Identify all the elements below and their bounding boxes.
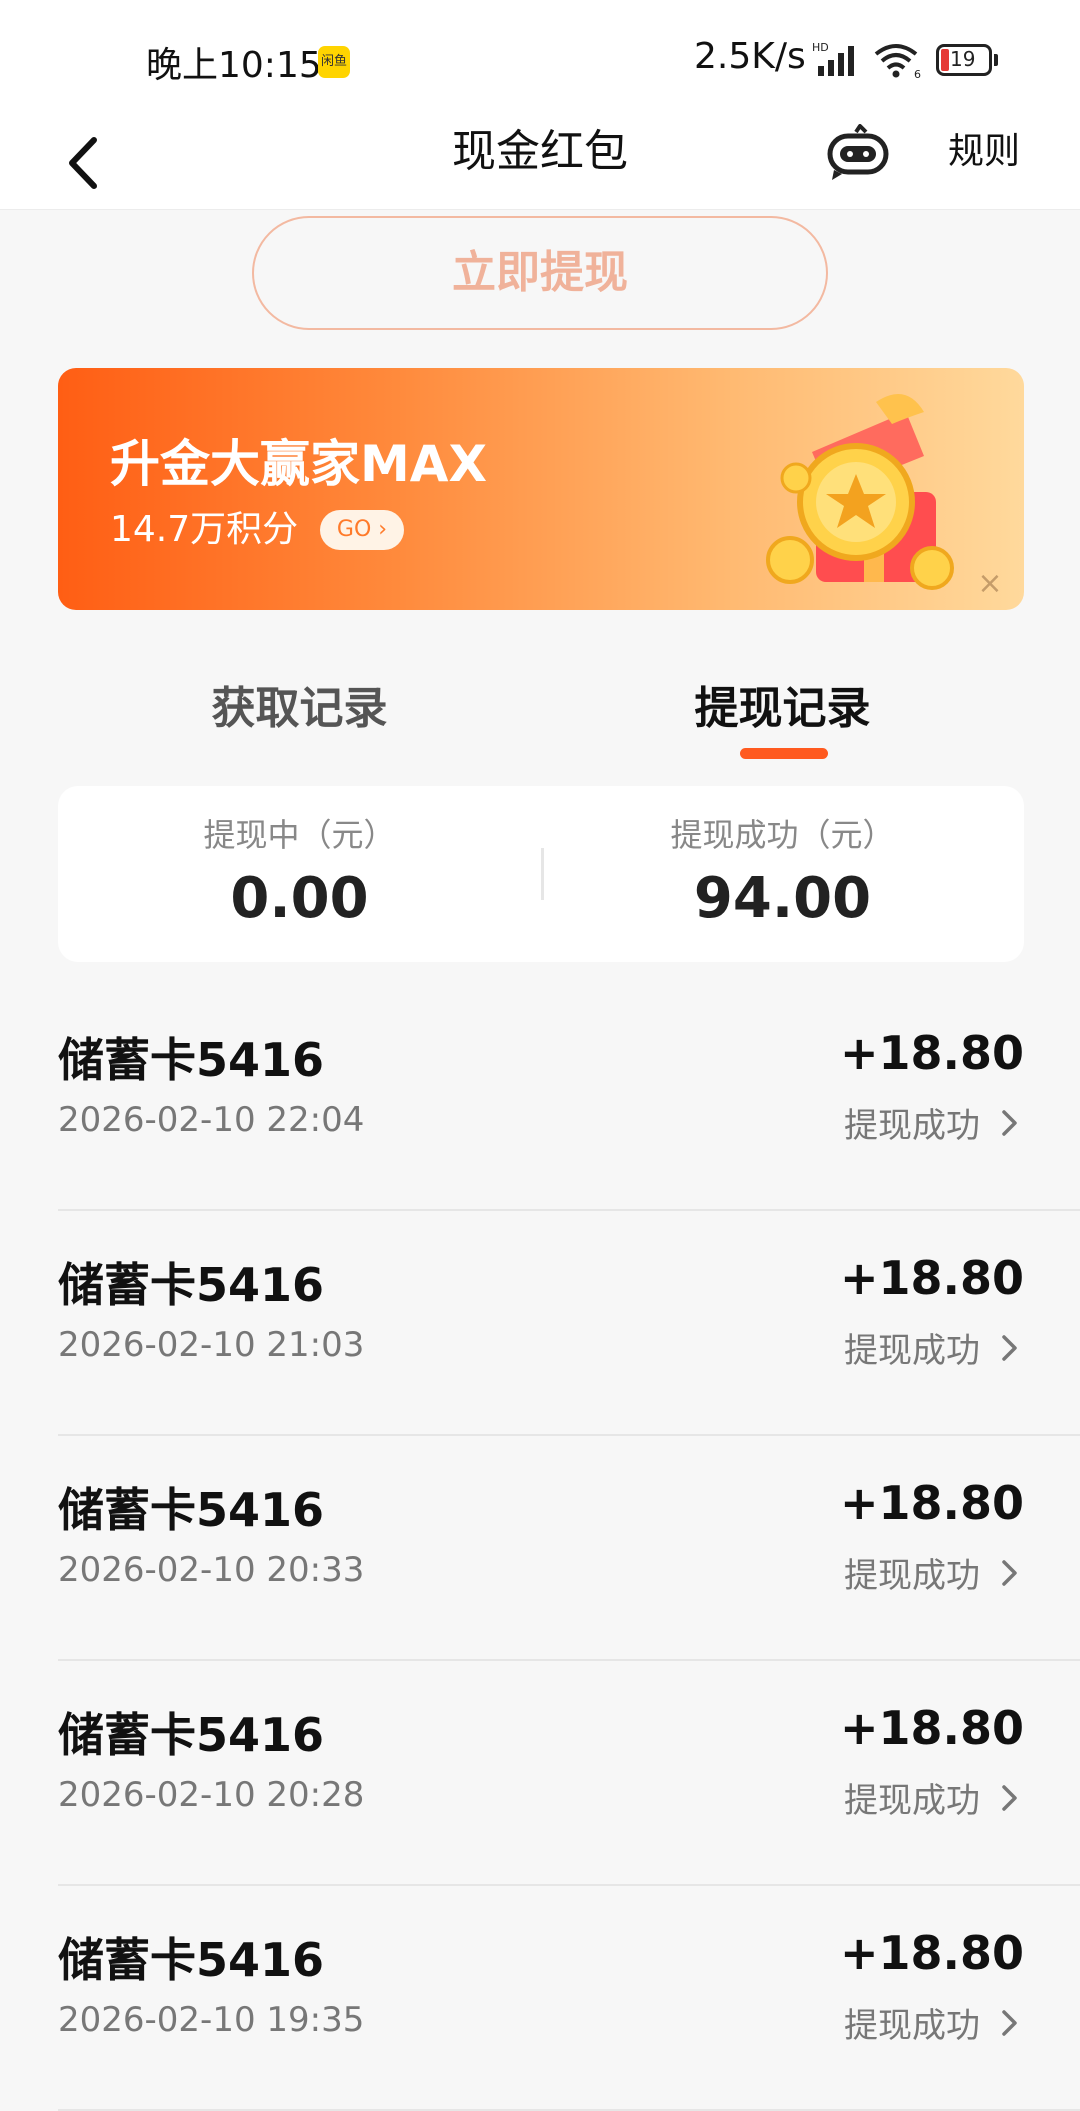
- record-title: 储蓄卡5416: [58, 1483, 325, 1537]
- signal-icon: HD: [812, 41, 854, 76]
- record-time: 2026-02-10 20:28: [58, 1775, 365, 1815]
- close-icon[interactable]: ×: [970, 564, 1010, 604]
- success-value: 94.00: [693, 866, 872, 931]
- record-status: 提现成功: [844, 2006, 980, 2046]
- chevron-right-icon: [1002, 1560, 1017, 1586]
- network-speed: 2.5K/s: [694, 36, 806, 77]
- record-title: 储蓄卡5416: [58, 1033, 325, 1087]
- record-tabs: 获取记录 提现记录: [58, 654, 1024, 764]
- record-amount: +18.80: [839, 1701, 1024, 1755]
- record-status: 提现成功: [844, 1556, 980, 1596]
- list-item[interactable]: 储蓄卡5416 2026-02-10 21:03 +18.80 提现成功: [0, 1211, 1080, 1436]
- robot-assistant-icon[interactable]: [826, 124, 890, 184]
- pending-label: 提现中（元）: [203, 816, 396, 854]
- rules-link[interactable]: 规则: [948, 124, 1020, 180]
- gift-box-coins-icon: [766, 394, 954, 590]
- nav-bar: 现金红包 规则: [0, 118, 1080, 210]
- success-label: 提现成功（元）: [670, 816, 895, 854]
- record-time: 2026-02-10 19:35: [58, 2000, 365, 2040]
- record-title: 储蓄卡5416: [58, 1933, 325, 1987]
- pending-summary: 提现中（元） 0.00: [58, 786, 541, 962]
- record-status: 提现成功: [844, 1331, 980, 1371]
- app-notification-icon: 闲鱼: [318, 46, 350, 78]
- record-amount: +18.80: [839, 1926, 1024, 1980]
- chevron-right-icon: [1002, 1110, 1017, 1136]
- pending-value: 0.00: [230, 866, 369, 931]
- withdraw-record-list: 储蓄卡5416 2026-02-10 22:04 +18.80 提现成功 储蓄卡…: [0, 986, 1080, 2111]
- record-status: 提现成功: [844, 1106, 980, 1146]
- withdraw-now-button[interactable]: 立即提现: [252, 216, 828, 330]
- record-amount: +18.80: [839, 1251, 1024, 1305]
- page-title: 现金红包: [452, 126, 628, 177]
- record-time: 2026-02-10 20:33: [58, 1550, 365, 1590]
- chevron-right-icon: [1002, 1335, 1017, 1361]
- back-arrow-icon[interactable]: [56, 128, 116, 198]
- list-item[interactable]: 储蓄卡5416 2026-02-10 22:04 +18.80 提现成功: [0, 986, 1080, 1211]
- withdraw-summary-card: 提现中（元） 0.00 提现成功（元） 94.00: [58, 786, 1024, 962]
- battery-level: 19: [950, 47, 976, 71]
- battery-icon: 19: [936, 44, 998, 76]
- promo-go-button[interactable]: GO ›: [320, 510, 404, 550]
- chevron-right-icon: [1002, 2010, 1017, 2036]
- list-item[interactable]: 储蓄卡5416 2026-02-10 20:33 +18.80 提现成功: [0, 1436, 1080, 1661]
- promo-banner[interactable]: 升金大赢家MAX 14.7万积分 GO › ×: [58, 368, 1024, 610]
- record-status: 提现成功: [844, 1781, 980, 1821]
- record-time: 2026-02-10 22:04: [58, 1100, 365, 1140]
- promo-title: 升金大赢家MAX: [110, 435, 488, 493]
- status-time: 晚上10:15: [146, 45, 322, 86]
- svg-text:6: 6: [914, 68, 921, 80]
- record-title: 储蓄卡5416: [58, 1708, 325, 1762]
- record-amount: +18.80: [839, 1026, 1024, 1080]
- list-item[interactable]: 储蓄卡5416 2026-02-10 19:35 +18.80 提现成功: [0, 1886, 1080, 2111]
- record-amount: +18.80: [839, 1476, 1024, 1530]
- status-bar: 晚上10:15 闲鱼 2.5K/s HD 6 19: [0, 0, 1080, 118]
- active-tab-indicator: [740, 748, 828, 759]
- record-time: 2026-02-10 21:03: [58, 1325, 365, 1365]
- list-item[interactable]: 储蓄卡5416 2026-02-10 20:28 +18.80 提现成功: [0, 1661, 1080, 1886]
- chevron-right-icon: [1002, 1785, 1017, 1811]
- wifi-icon: 6: [874, 44, 921, 80]
- promo-points: 14.7万积分: [110, 509, 299, 550]
- success-summary: 提现成功（元） 94.00: [541, 786, 1024, 962]
- tab-earn-records[interactable]: 获取记录: [58, 654, 541, 764]
- svg-text:HD: HD: [812, 41, 829, 54]
- record-title: 储蓄卡5416: [58, 1258, 325, 1312]
